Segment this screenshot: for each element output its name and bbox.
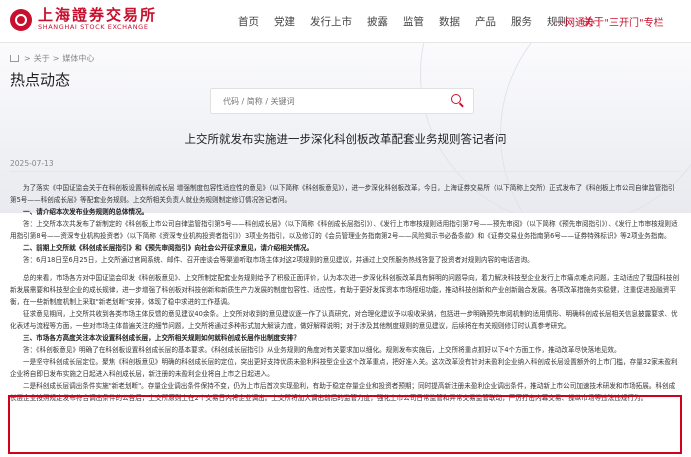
paragraph: 答：6月18日至6月25日，上交所通过官网系统、邮件、召开座谈会等渠道听取市场主… <box>23 256 534 264</box>
paragraph: 征求意见期间，上交所共收到各类市场主体反馈的意见建议40余条。上交所对收到的意见… <box>10 310 678 330</box>
paragraph: 一是坚守科创成长层定位。聚焦《科创板意见》明确的科创成长层的定位，突出更好支持优… <box>10 358 678 378</box>
three-open-doors-link[interactable]: "三开门"专栏 <box>604 18 663 29</box>
promo-separator: | <box>598 18 602 29</box>
paragraph: 答：上交所本次共发布了新制定的《科创板上市公司自律监管指引第5号——科创成长层》… <box>10 220 678 240</box>
search-input[interactable] <box>211 90 435 113</box>
nav-item[interactable]: 披露 <box>367 14 388 29</box>
breadcrumb-media-center[interactable]: 媒体中心 <box>62 54 94 63</box>
breadcrumb-separator: > <box>52 54 60 63</box>
breadcrumb-separator: > <box>24 54 31 63</box>
title-divider <box>10 171 681 172</box>
nav-item[interactable]: 产品 <box>475 14 496 29</box>
logo-english-name: SHANGHAI STOCK EXCHANGE <box>38 23 149 31</box>
nav-item[interactable]: 服务 <box>511 14 532 29</box>
nav-item[interactable]: 党建 <box>274 14 295 29</box>
logo-text: 上海證券交易所 SHANGHAI STOCK EXCHANGE <box>38 7 157 32</box>
nav-item[interactable]: 数据 <box>439 14 460 29</box>
search-icon[interactable] <box>451 94 461 104</box>
paragraph: 总的来看，市场各方对中国证监会印发《科创板意见》、上交所制定配套业务规则给予了积… <box>10 274 680 306</box>
page-title: 热点动态 <box>10 71 71 89</box>
section-heading: 二、前期上交所就《科创成长层指引》和《预先审阅指引》向社会公开征求意见，请介绍相… <box>23 244 314 252</box>
one-stop-service-link[interactable]: 一网通办 <box>555 18 595 29</box>
sse-logo[interactable]: 上海證券交易所 SHANGHAI STOCK EXCHANGE <box>10 7 157 32</box>
paragraph: 答：《科创板意见》明确了在科创板设置科创成长层的基本要求。《科创成长层指引》从业… <box>23 346 621 354</box>
article-body: 为了落实《中国证监会关于在科创板设置科创成长层 增强制度包容性适应性的意见》（以… <box>10 182 681 404</box>
article-title: 上交所就发布实施进一步深化科创板改革配套业务规则答记者问 <box>184 132 507 146</box>
nav-item[interactable]: 发行上市 <box>310 14 352 29</box>
home-icon[interactable] <box>10 55 19 62</box>
breadcrumb: > 关于 > 媒体中心 <box>10 53 94 64</box>
logo-chinese-name: 上海證券交易所 <box>38 6 158 24</box>
nav-item[interactable]: 监管 <box>403 14 424 29</box>
paragraph: 二是科创成长层调出条件实施"新老划断"。存量企业调出条件保持不变，仍为上市后首次… <box>10 382 676 402</box>
promo-links: 一网通办 | "三开门"专栏 <box>555 14 664 29</box>
nav-item[interactable]: 首页 <box>238 14 259 29</box>
section-heading: 一、请介绍本次发布业务规则的总体情况。 <box>23 208 149 216</box>
sse-emblem-icon <box>10 8 32 31</box>
site-header: 上海證券交易所 SHANGHAI STOCK EXCHANGE 首页 党建 发行上市… <box>0 0 691 43</box>
search-box <box>210 88 474 114</box>
article-date: 2025-07-13 <box>10 159 54 168</box>
section-heading: 三、市场各方高度关注本次设置科创成长层，上交所相关规则如何就科创成长层作出制度安… <box>23 334 300 342</box>
paragraph: 为了落实《中国证监会关于在科创板设置科创成长层 增强制度包容性适应性的意见》（以… <box>10 184 675 204</box>
breadcrumb-about[interactable]: 关于 <box>34 54 50 63</box>
